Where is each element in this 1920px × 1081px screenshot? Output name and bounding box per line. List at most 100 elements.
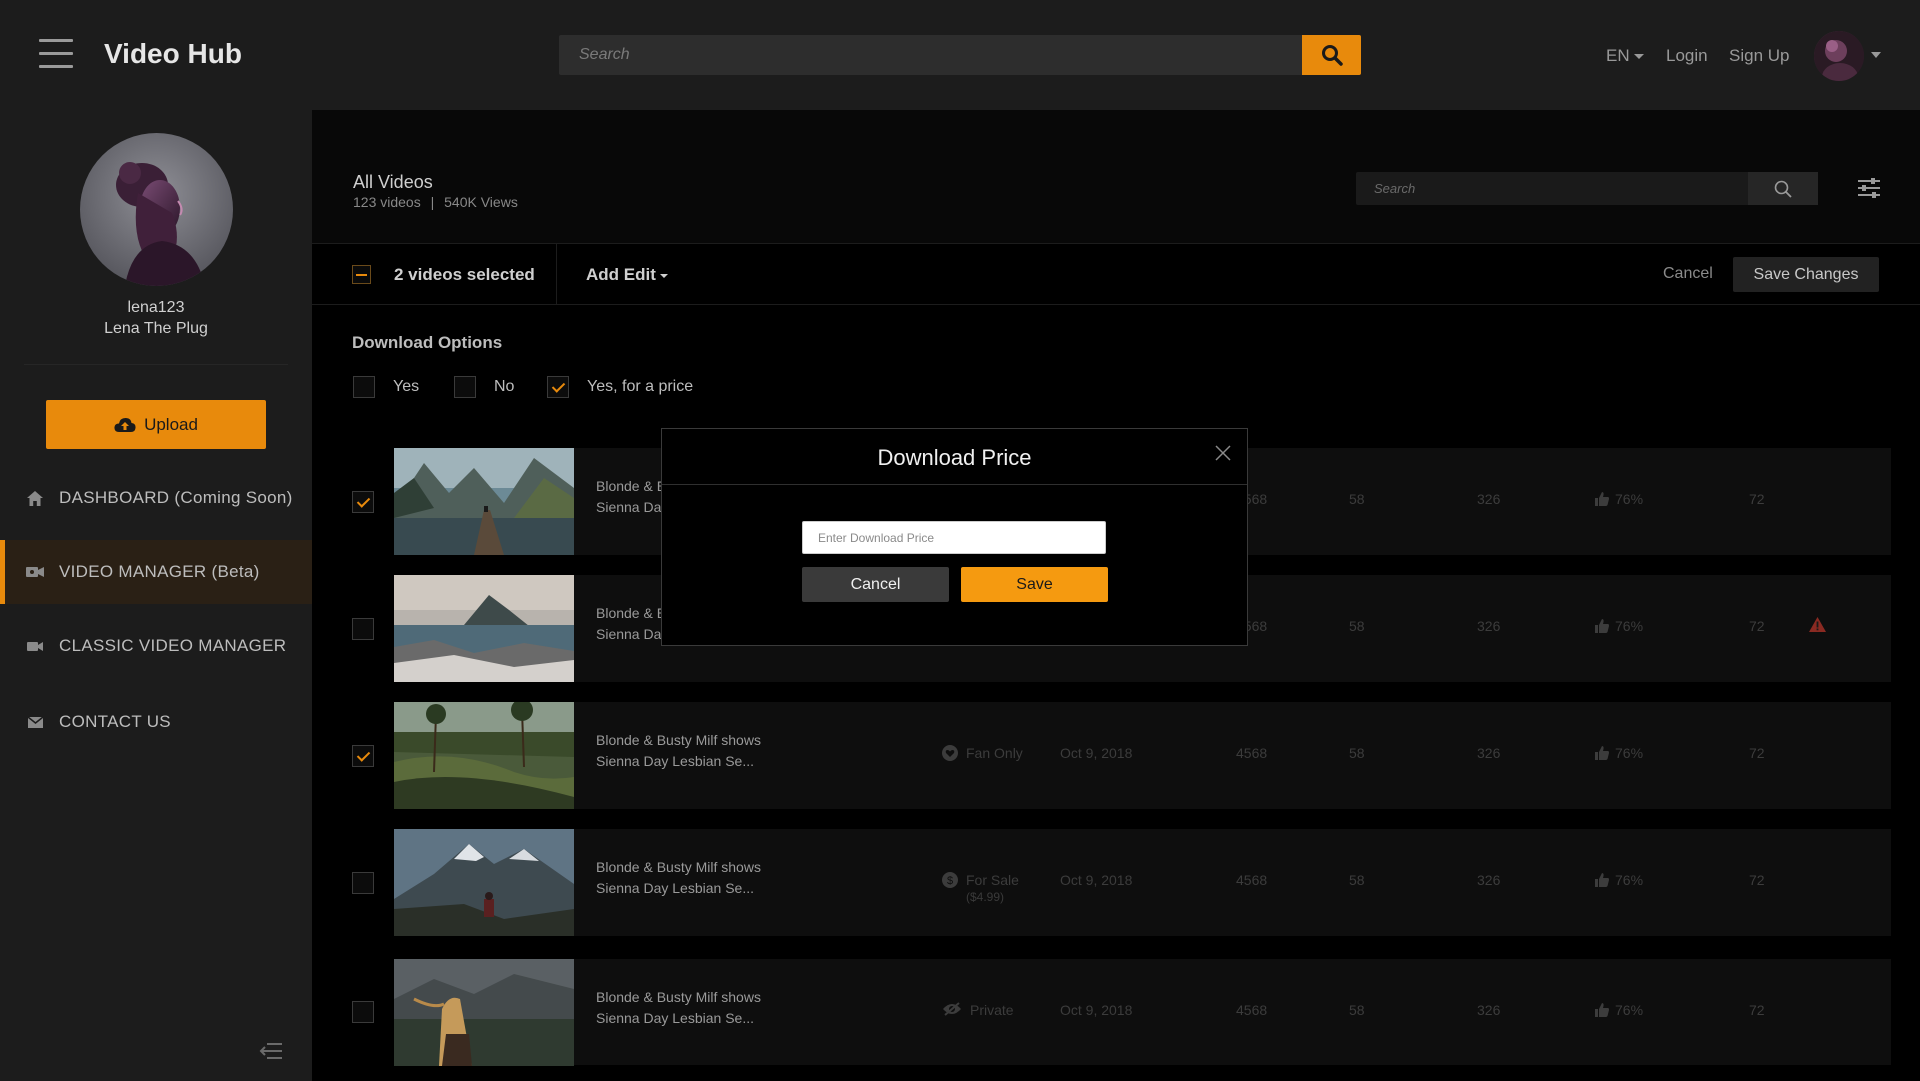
language-label: EN <box>1606 46 1630 65</box>
signup-link[interactable]: Sign Up <box>1729 46 1789 66</box>
video-thumbnail[interactable] <box>394 575 574 682</box>
add-edit-label: Add Edit <box>586 265 656 284</box>
sidebar-divider <box>24 364 288 365</box>
video-search-bar <box>1356 172 1818 205</box>
sidebar-item-label: DASHBOARD (Coming Soon) <box>59 488 293 507</box>
checkbox[interactable] <box>352 618 374 640</box>
selection-bar: 2 videos selected Add Edit Cancel Save C… <box>312 244 1920 305</box>
likes-cell: 76% <box>1595 491 1643 507</box>
views-cell: 4568 <box>1236 1002 1268 1018</box>
download-option-no[interactable]: No <box>454 376 514 398</box>
row-checkbox[interactable] <box>352 618 374 640</box>
row-checkbox[interactable] <box>352 1001 374 1023</box>
stat-cell: 58 <box>1349 1002 1365 1018</box>
checkbox[interactable] <box>352 872 374 894</box>
video-search-button[interactable] <box>1748 172 1818 205</box>
search-button[interactable] <box>1302 35 1361 75</box>
profile-username: lena123 <box>127 299 185 316</box>
download-price-input[interactable] <box>802 521 1106 554</box>
table-row[interactable]: Blonde & Busty Milf shows Sienna Day Les… <box>394 959 1891 1066</box>
warning-icon[interactable] <box>1809 617 1826 632</box>
stat-cell: 326 <box>1477 1002 1501 1018</box>
checkbox-checked[interactable] <box>547 376 569 398</box>
video-views: 540K Views <box>444 194 518 210</box>
video-title-line-2: Sienna Day Lesbian Se... <box>596 880 754 896</box>
video-thumbnail[interactable] <box>394 702 574 809</box>
video-title-line-1: Blonde & Busty Milf shows <box>596 732 761 748</box>
video-manager-icon <box>26 563 44 581</box>
app-title: Video Hub <box>104 38 242 69</box>
checkbox-checked[interactable] <box>352 745 374 767</box>
user-avatar[interactable] <box>1814 31 1864 81</box>
likes-value: 76% <box>1615 1002 1644 1018</box>
close-icon[interactable] <box>1213 443 1233 463</box>
table-row[interactable]: Blonde & Busty Milf shows Sienna Day Les… <box>394 829 1891 936</box>
select-all-checkbox[interactable] <box>352 265 371 284</box>
video-count: 123 videos <box>353 194 421 210</box>
eye-slash-icon <box>943 1002 961 1016</box>
hamburger-menu-icon[interactable] <box>39 39 73 69</box>
thumbs-up-icon <box>1595 1003 1609 1017</box>
cloud-upload-icon <box>114 417 136 432</box>
filter-sliders-icon[interactable] <box>1857 176 1881 200</box>
row-checkbox[interactable] <box>352 745 374 767</box>
video-thumbnail[interactable] <box>394 959 574 1066</box>
checkbox[interactable] <box>352 1001 374 1023</box>
video-thumbnail[interactable] <box>394 448 574 555</box>
sidebar-item-video-manager[interactable]: VIDEO MANAGER (Beta) <box>0 540 312 604</box>
selection-divider <box>556 244 557 305</box>
date-cell: Oct 9, 2018 <box>1060 1002 1133 1018</box>
likes-value: 76% <box>1615 618 1644 634</box>
row-checkbox[interactable] <box>352 872 374 894</box>
account-caret-icon[interactable] <box>1871 52 1881 58</box>
sidebar-item-dashboard[interactable]: DASHBOARD (Coming Soon) <box>0 466 312 530</box>
checkbox-checked[interactable] <box>352 491 374 513</box>
download-option-yes-for-price[interactable]: Yes, for a price <box>547 376 693 398</box>
status-price: ($4.99) <box>966 890 1005 904</box>
checkbox[interactable] <box>353 376 375 398</box>
video-title-line-1: Blonde & Busty Milf shows <box>596 859 761 875</box>
checkbox[interactable] <box>454 376 476 398</box>
video-title[interactable]: Blonde & Busty Milf shows Sienna Day Les… <box>596 730 796 772</box>
likes-value: 76% <box>1615 491 1644 507</box>
sidebar-item-classic-video-manager[interactable]: CLASSIC VIDEO MANAGER <box>0 614 312 678</box>
add-edit-dropdown[interactable]: Add Edit <box>586 265 668 285</box>
stat-cell: 326 <box>1477 872 1501 888</box>
upload-label: Upload <box>144 414 198 434</box>
sidebar-item-label: VIDEO MANAGER (Beta) <box>59 562 260 581</box>
search-icon <box>1321 45 1343 66</box>
video-camera-icon <box>26 637 44 655</box>
video-search-input[interactable] <box>1356 172 1748 205</box>
stat-cell: 72 <box>1749 872 1765 888</box>
thumbs-up-icon <box>1595 492 1609 506</box>
video-stats: 123 videos | 540K Views <box>353 194 518 210</box>
save-changes-button[interactable]: Save Changes <box>1733 257 1879 292</box>
modal-save-button[interactable]: Save <box>961 567 1108 602</box>
table-row[interactable]: Blonde & Busty Milf shows Sienna Day Les… <box>394 702 1891 809</box>
sidebar: lena123 Lena The Plug Upload DASHBOARD (… <box>0 110 312 1081</box>
cancel-selection-button[interactable]: Cancel <box>1663 265 1713 283</box>
collapse-sidebar-icon[interactable] <box>259 1041 283 1061</box>
modal-title: Download Price <box>877 445 1032 470</box>
upload-button[interactable]: Upload <box>46 400 266 449</box>
stat-cell: 58 <box>1349 491 1365 507</box>
search-icon <box>1774 180 1792 198</box>
login-link[interactable]: Login <box>1666 46 1708 66</box>
sidebar-item-label: CLASSIC VIDEO MANAGER <box>59 636 287 655</box>
stat-cell: 58 <box>1349 618 1365 634</box>
download-option-yes[interactable]: Yes <box>353 376 419 398</box>
main-header: All Videos 123 videos | 540K Views <box>312 110 1920 244</box>
video-thumbnail[interactable] <box>394 829 574 936</box>
video-title[interactable]: Blonde & Busty Milf shows Sienna Day Les… <box>596 857 796 899</box>
top-search-input[interactable] <box>559 35 1302 75</box>
status-cell: Private <box>942 1002 1014 1018</box>
views-cell: 4568 <box>1236 872 1268 888</box>
stats-separator: | <box>430 194 435 210</box>
row-checkbox[interactable] <box>352 491 374 513</box>
status-label: Private <box>970 1002 1014 1018</box>
video-title[interactable]: Blonde & Busty Milf shows Sienna Day Les… <box>596 987 796 1029</box>
stat-cell: 326 <box>1477 618 1501 634</box>
modal-cancel-button[interactable]: Cancel <box>802 567 949 602</box>
sidebar-item-contact-us[interactable]: CONTACT US <box>0 690 312 754</box>
language-selector[interactable]: EN <box>1606 46 1644 66</box>
